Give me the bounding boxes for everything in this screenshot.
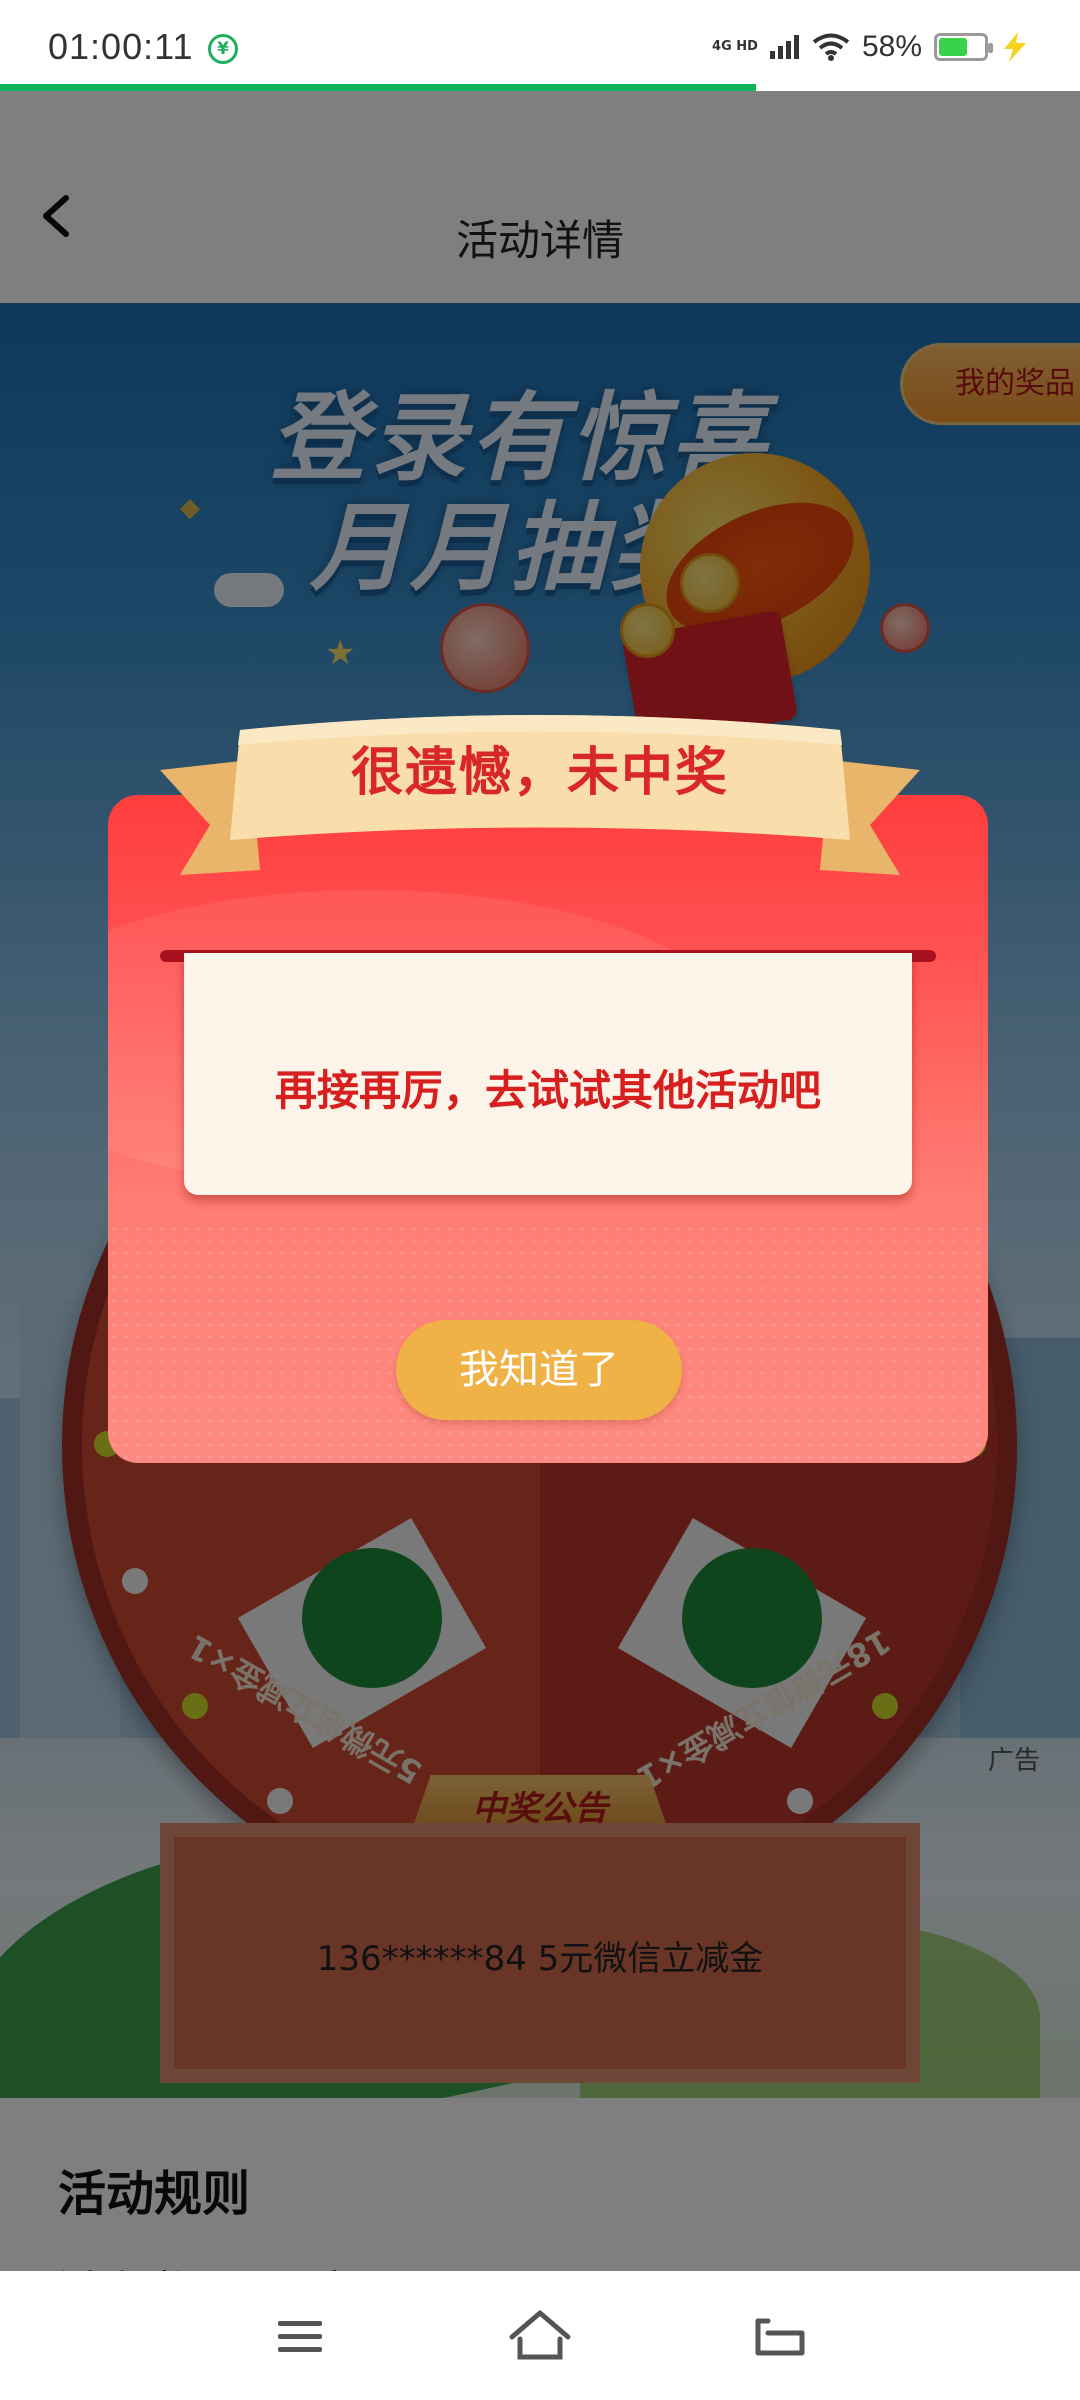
status-indicators: 4G HD 58% [712,30,1030,64]
got-it-button[interactable]: 我知道了 [396,1320,682,1420]
dialog-title: 很遗憾，未中奖 [350,743,729,803]
battery-fill [939,38,967,56]
signal-icon [769,35,799,59]
recent-apps-button[interactable] [260,2301,340,2371]
battery-percent: 58% [861,30,922,63]
page-load-progress [0,84,756,91]
back-icon [755,2318,805,2356]
status-bar: 01:00:11 ¥ 4G HD 58% [0,0,1080,86]
wifi-icon [812,33,850,61]
wechat-pay-icon: ¥ [208,34,238,64]
battery-icon [934,33,993,61]
status-time: 01:00:11 [48,26,194,67]
menu-icon [278,2321,322,2352]
system-back-button[interactable] [740,2301,820,2371]
home-icon [509,2310,571,2360]
home-button[interactable] [500,2301,580,2371]
charging-icon [1004,32,1026,62]
dialog-message: 再接再厉，去试试其他活动吧 [274,1066,821,1115]
system-navigation-bar [0,2271,1080,2400]
result-dialog: 再接再厉，去试试其他活动吧 我知道了 [108,795,988,1463]
network-label: 4G HD [712,39,758,54]
